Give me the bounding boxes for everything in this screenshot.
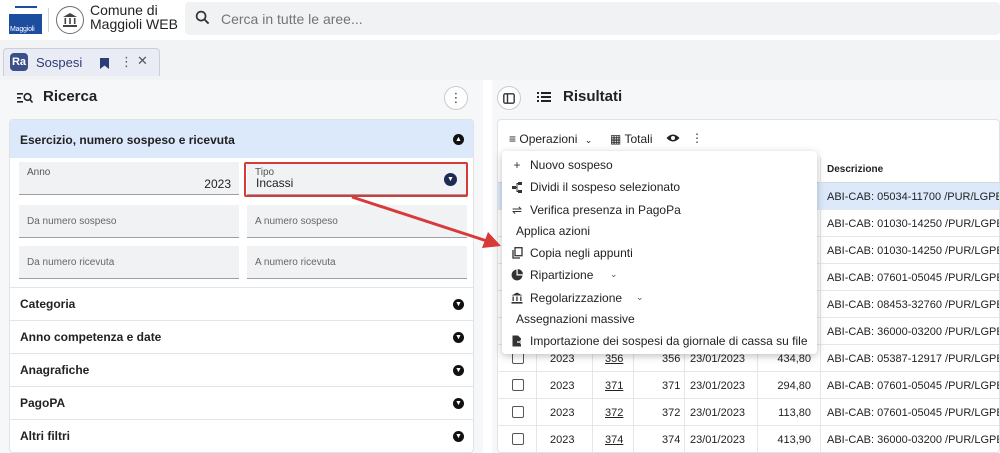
check-link-icon: ⇌: [511, 203, 523, 217]
list-icon: [537, 90, 551, 107]
copy-icon: [510, 246, 524, 260]
chevron-down-icon: ⌄: [636, 292, 644, 302]
close-icon[interactable]: ✕: [137, 53, 148, 69]
expand-icon[interactable]: ▼: [453, 431, 464, 442]
totali-button[interactable]: ▦ Totali: [610, 132, 652, 146]
toolbar-more-icon[interactable]: ⋮: [691, 131, 703, 145]
top-bar: Maggioli Comune di Maggioli WEB: [0, 0, 1000, 40]
table-row[interactable]: 2023 374 374 23/01/2023 413,90 ABI-CAB: …: [498, 426, 999, 452]
tab-sospesi[interactable]: Ra Sospesi ⋮ ✕: [3, 48, 160, 76]
menu-item-nuovo-sospeso[interactable]: + Nuovo sospeso: [502, 154, 817, 176]
row-checkbox[interactable]: [512, 433, 524, 445]
search-icon: [195, 10, 210, 30]
operazioni-menu: + Nuovo sospeso Dividi il sospeso selezi…: [502, 151, 817, 354]
accordion-pagopa[interactable]: PagoPA ▼: [10, 386, 473, 419]
menu-icon: ≡: [509, 132, 517, 146]
accordion-altri-filtri[interactable]: Altri filtri ▼: [10, 419, 473, 452]
a-numero-sospeso-field[interactable]: A numero sospeso: [247, 205, 467, 238]
expand-icon[interactable]: ▼: [453, 365, 464, 376]
tab-badge: Ra: [10, 53, 28, 71]
expand-icon[interactable]: ▼: [453, 398, 464, 409]
municipality-icon[interactable]: [56, 6, 84, 34]
menu-group-applica-azioni: Applica azioni: [516, 224, 591, 238]
eye-icon[interactable]: [666, 130, 680, 148]
divider: [48, 8, 49, 32]
split-icon: [510, 180, 524, 194]
plus-icon: +: [513, 158, 521, 172]
expand-icon[interactable]: ▼: [453, 299, 464, 310]
row-checkbox[interactable]: [512, 406, 524, 418]
search-input[interactable]: [221, 7, 921, 30]
chevron-down-icon: ⌄: [584, 135, 593, 145]
import-file-icon: [510, 334, 524, 348]
menu-item-copia-appunti[interactable]: Copia negli appunti: [502, 242, 817, 264]
search-pane: Ricerca ⋮ Esercizio, numero sospeso e ri…: [0, 80, 483, 453]
tab-more-icon[interactable]: ⋮: [120, 54, 133, 70]
tab-label: Sospesi: [36, 55, 83, 70]
maggioli-logo: Maggioli: [9, 4, 42, 34]
accordion-categoria[interactable]: Categoria ▼: [10, 287, 473, 320]
menu-item-regolarizzazione[interactable]: Regolarizzazione ⌄: [502, 287, 817, 309]
menu-item-dividi-sospeso[interactable]: Dividi il sospeso selezionato: [502, 176, 817, 198]
bookmark-icon[interactable]: [100, 56, 109, 74]
filter-search-icon: [17, 91, 34, 108]
menu-group-assegnazioni-massive: Assegnazioni massive: [516, 312, 635, 326]
municipality-name: Comune di Maggioli WEB: [90, 2, 178, 32]
tab-bar: Ra Sospesi ⋮ ✕: [0, 40, 1000, 80]
table-row[interactable]: 2023 371 371 23/01/2023 294,80 ABI-CAB: …: [498, 372, 999, 399]
accordion-esercizio[interactable]: Esercizio, numero sospeso e ricevuta ▲: [10, 120, 473, 158]
highlight-box: [244, 162, 468, 197]
pie-icon: [510, 268, 524, 282]
row-checkbox[interactable]: [512, 379, 524, 391]
bank-icon: [510, 291, 524, 305]
da-numero-ricevuta-field[interactable]: Da numero ricevuta: [19, 246, 239, 279]
collapse-icon[interactable]: ▲: [453, 134, 464, 145]
da-numero-sospeso-field[interactable]: Da numero sospeso: [19, 205, 239, 238]
table-row[interactable]: 2023 372 372 23/01/2023 113,80 ABI-CAB: …: [498, 399, 999, 426]
search-more-button[interactable]: ⋮: [444, 86, 468, 110]
menu-item-verifica-pagopa[interactable]: ⇌ Verifica presenza in PagoPa: [502, 199, 817, 221]
anno-field[interactable]: Anno 2023: [19, 162, 239, 195]
global-search[interactable]: [185, 2, 1000, 35]
accordion-anagrafiche[interactable]: Anagrafiche ▼: [10, 353, 473, 386]
toggle-sidebar-button[interactable]: [497, 86, 521, 110]
operazioni-button[interactable]: ≡ Operazioni ⌄: [509, 132, 592, 146]
menu-item-importazione-sospesi[interactable]: Importazione dei sospesi da giornale di …: [502, 330, 817, 352]
table-icon: ▦: [610, 132, 622, 146]
chevron-down-icon: ⌄: [610, 269, 618, 279]
accordion-anno-competenza[interactable]: Anno competenza e date ▼: [10, 320, 473, 353]
a-numero-ricevuta-field[interactable]: A numero ricevuta: [247, 246, 467, 279]
menu-item-ripartizione[interactable]: Ripartizione ⌄: [502, 264, 817, 286]
expand-icon[interactable]: ▼: [453, 332, 464, 343]
